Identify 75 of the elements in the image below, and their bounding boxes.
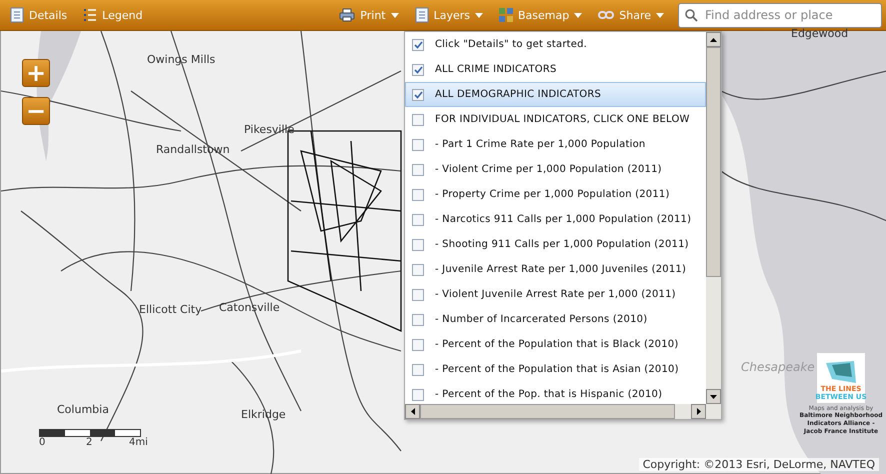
down-arrow-icon [710, 394, 717, 398]
scale-label: 4mi [129, 437, 148, 448]
layer-item[interactable]: - Violent Crime per 1,000 Population (2011) [405, 157, 706, 182]
copyright-text: Copyright: ©2013 Esri, DeLorme, NAVTEQ [638, 458, 879, 471]
checkbox[interactable] [412, 164, 424, 176]
scroll-left-button[interactable] [405, 404, 420, 419]
layer-label: Click "Details" to get started. [435, 39, 588, 50]
search-field[interactable]: Find address or place [678, 2, 882, 28]
link-icon [598, 10, 614, 20]
checkbox[interactable] [412, 138, 424, 150]
left-arrow-icon [410, 408, 414, 415]
printer-icon [339, 8, 356, 22]
checkbox[interactable] [412, 64, 424, 76]
place-label: Ellicott City [139, 303, 202, 316]
layer-item[interactable]: ALL CRIME INDICATORS [405, 57, 706, 82]
place-label: Columbia [57, 403, 109, 416]
map-outline-icon [824, 359, 858, 385]
layer-label: - Part 1 Crime Rate per 1,000 Population [435, 139, 646, 150]
grid-icon [499, 8, 514, 22]
layer-label: - Violent Crime per 1,000 Population (2011) [435, 164, 662, 175]
up-arrow-icon [710, 38, 717, 42]
layer-label: - Percent of the Pop. that is Hispanic (2010) [435, 389, 662, 400]
checkbox[interactable] [412, 288, 424, 300]
layer-item[interactable]: - Part 1 Crime Rate per 1,000 Population [405, 132, 706, 157]
layer-item[interactable]: ALL DEMOGRAPHIC INDICATORS [405, 82, 706, 107]
scroll-down-button[interactable] [706, 389, 721, 404]
place-label: Chesapeake [741, 360, 815, 374]
layer-label: - Percent of the Population that is Asian (2010) [435, 364, 679, 375]
layer-item[interactable]: - Percent of the Pop. that is Hispanic (2010) [405, 382, 706, 404]
checkbox[interactable] [412, 264, 424, 276]
layer-item[interactable]: - Number of Incarcerated Persons (2010) [405, 307, 706, 332]
checkbox[interactable] [412, 388, 424, 400]
layer-item[interactable]: - Property Crime per 1,000 Population (2011) [405, 182, 706, 207]
right-arrow-icon [696, 408, 700, 415]
vertical-scrollbar[interactable] [706, 32, 721, 404]
layer-item[interactable]: - Percent of the Population that is Asian (2010) [405, 357, 706, 382]
scrollbar-thumb[interactable] [706, 47, 721, 277]
document-icon [10, 7, 24, 23]
layer-label: ALL CRIME INDICATORS [435, 64, 557, 75]
checkbox[interactable] [412, 214, 424, 226]
layer-item[interactable]: - Narcotics 911 Calls per 1,000 Population (2011) [405, 207, 706, 232]
layer-label: FOR INDIVIDUAL INDICATORS, CLICK ONE BELOW [435, 114, 690, 125]
scrollbar-thumb[interactable] [420, 404, 675, 419]
scale-label: 0 [39, 437, 46, 448]
document-icon [414, 7, 429, 23]
layer-label: - Property Crime per 1,000 Population (2011) [435, 189, 670, 200]
scrollbar-corner [706, 404, 721, 419]
layer-item[interactable]: - Violent Juvenile Arrest Rate per 1,000 (2011) [405, 282, 706, 307]
scroll-right-button[interactable] [691, 404, 706, 419]
place-label: Edgewood [791, 27, 848, 40]
checkbox[interactable] [412, 88, 424, 100]
checkbox[interactable] [412, 114, 424, 126]
layer-label: - Shooting 911 Calls per 1,000 Population (2011) [435, 239, 689, 250]
layer-item[interactable]: - Shooting 911 Calls per 1,000 Population (2011) [405, 232, 706, 257]
checkbox[interactable] [412, 314, 424, 326]
checkbox[interactable] [412, 188, 424, 200]
layer-label: - Violent Juvenile Arrest Rate per 1,000 (2011) [435, 289, 676, 300]
scale-label: 2 [86, 437, 92, 448]
layer-label: ALL DEMOGRAPHIC INDICATORS [435, 89, 602, 100]
layer-label: - Percent of the Population that is Black (2010) [435, 339, 678, 350]
layer-item[interactable]: - Percent of the Population that is Black (2010) [405, 332, 706, 357]
horizontal-scrollbar[interactable] [405, 404, 706, 419]
search-icon [685, 8, 698, 22]
list-icon [83, 8, 98, 22]
layer-label: - Number of Incarcerated Persons (2010) [435, 314, 648, 325]
checkbox[interactable] [412, 238, 424, 250]
checkbox[interactable] [412, 338, 424, 350]
layer-item[interactable]: Click "Details" to get started. [405, 32, 706, 57]
layer-item[interactable]: FOR INDIVIDUAL INDICATORS, CLICK ONE BELOW [405, 107, 706, 132]
scroll-up-button[interactable] [706, 32, 721, 47]
layer-label: - Juvenile Arrest Rate per 1,000 Juveniles (2011) [435, 264, 686, 275]
layer-label: - Narcotics 911 Calls per 1,000 Population (2011) [435, 214, 692, 225]
checkbox[interactable] [412, 364, 424, 376]
checkbox[interactable] [412, 38, 424, 50]
layer-item[interactable]: - Juvenile Arrest Rate per 1,000 Juveniles (2011) [405, 257, 706, 282]
